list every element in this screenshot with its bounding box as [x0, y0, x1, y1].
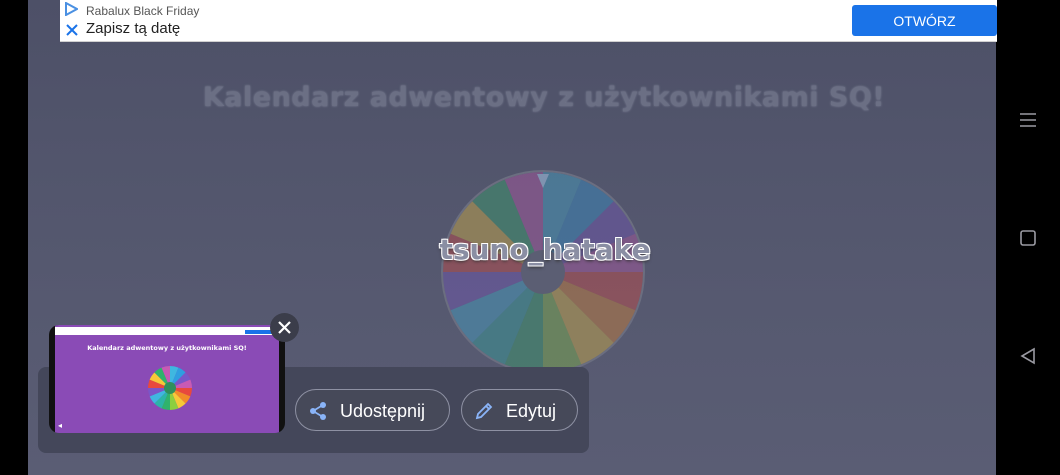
pip-close-button[interactable]: [270, 313, 299, 342]
pip-wheel: [148, 366, 192, 410]
android-nav-bar: [997, 0, 1060, 475]
share-label: Udostępnij: [340, 401, 426, 421]
close-icon[interactable]: [65, 23, 79, 37]
ad-open-button[interactable]: OTWÓRZ: [852, 5, 997, 36]
pencil-icon: [475, 402, 493, 420]
ad-banner[interactable]: Rabalux Black Friday Zapisz tą datę OTWÓ…: [60, 0, 997, 42]
menu-icon[interactable]: [1018, 110, 1038, 130]
share-button[interactable]: Udostępnij: [295, 389, 450, 431]
ad-headline: Zapisz tą datę: [86, 20, 181, 37]
pip-back-icon: ◂: [58, 421, 63, 430]
ad-play-icon: [65, 2, 78, 16]
edit-label: Edytuj: [506, 401, 557, 421]
share-icon: [310, 402, 326, 420]
spinner-wheel[interactable]: [441, 170, 645, 374]
back-triangle-icon[interactable]: [1019, 347, 1037, 365]
square-icon[interactable]: [1019, 229, 1037, 247]
winner-name: tsuno_hatake: [439, 233, 651, 266]
ad-sponsor: Rabalux Black Friday: [86, 4, 200, 18]
close-icon: [278, 321, 291, 334]
pip-preview[interactable]: Kalendarz adwentowy z użytkownikami SQ! …: [49, 325, 285, 433]
page-title: Kalendarz adwentowy z użytkownikami SQ!: [202, 82, 886, 113]
edit-button[interactable]: Edytuj: [461, 389, 578, 431]
pip-title: Kalendarz adwentowy z użytkownikami SQ!: [87, 344, 247, 352]
pip-screen: Kalendarz adwentowy z użytkownikami SQ! …: [55, 325, 279, 433]
pip-ad-banner: [55, 327, 279, 335]
